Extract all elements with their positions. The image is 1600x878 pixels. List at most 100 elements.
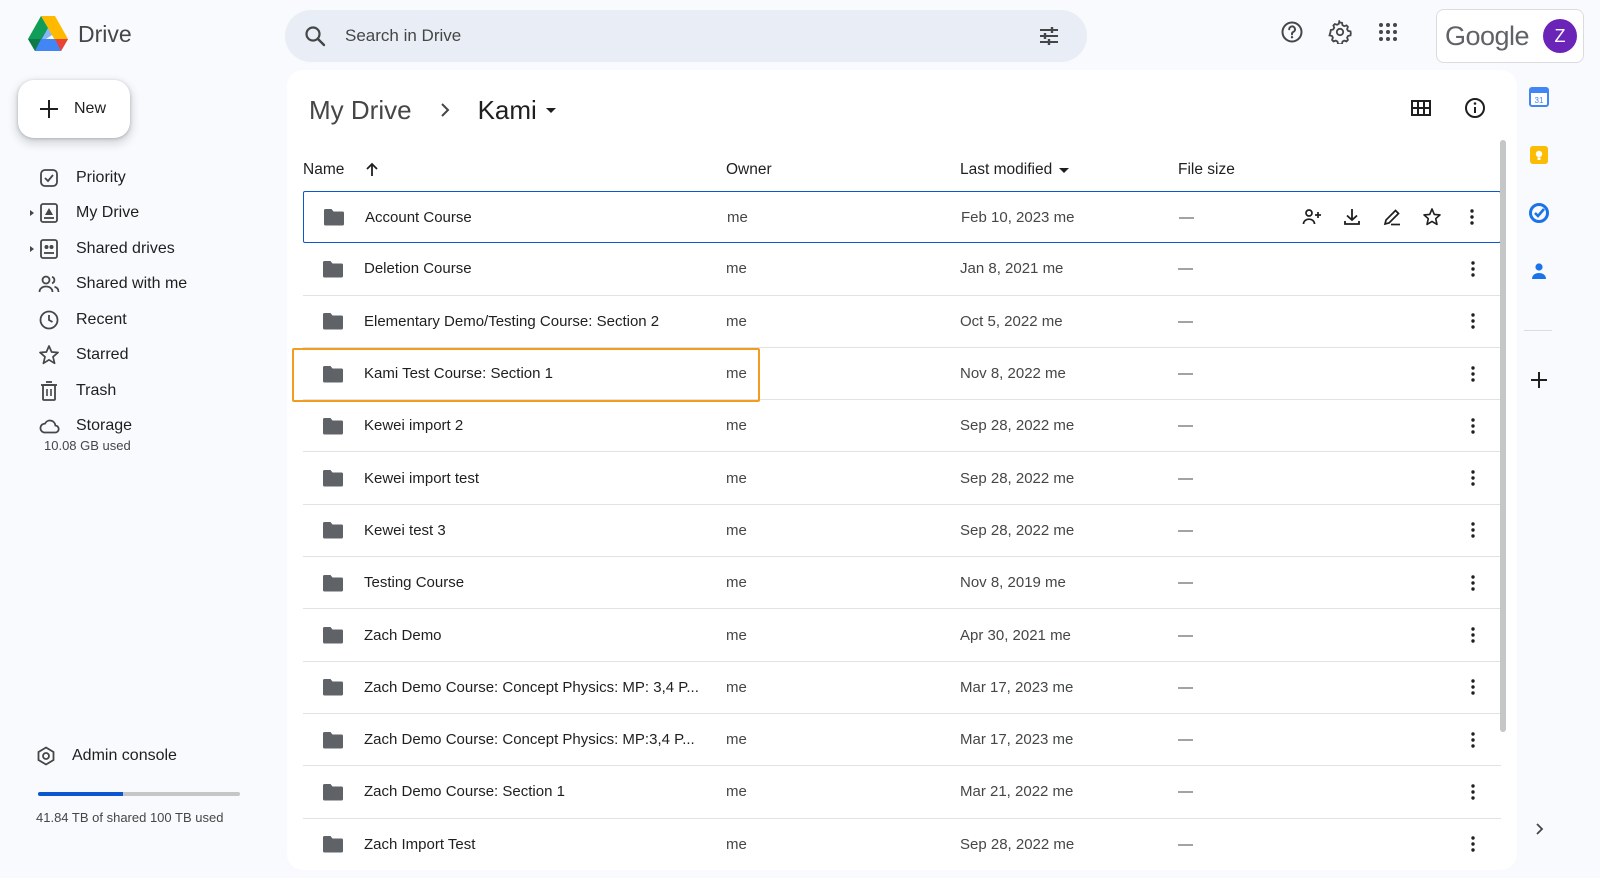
file-name[interactable]: Zach Demo Course: Concept Physics: MP:3,…: [364, 731, 695, 748]
expand-caret-icon[interactable]: [28, 209, 36, 217]
grid-view-icon[interactable]: [1409, 96, 1433, 120]
file-owner: me: [726, 365, 747, 383]
file-name[interactable]: Kewei test 3: [364, 522, 446, 539]
search-icon[interactable]: [303, 24, 327, 48]
more-options-icon[interactable]: [1463, 730, 1483, 750]
sidebar-item-starred[interactable]: Starred: [28, 338, 278, 374]
calendar-icon[interactable]: 31: [1528, 86, 1550, 108]
search-input[interactable]: [345, 26, 1037, 46]
table-row[interactable]: Kewei import test me Sep 28, 2022 me —: [303, 452, 1501, 505]
file-size: —: [1178, 417, 1193, 435]
file-owner: me: [726, 626, 747, 644]
file-size: —: [1178, 469, 1193, 487]
sort-arrow-up-icon[interactable]: [364, 162, 380, 178]
table-row[interactable]: Testing Course me Nov 8, 2019 me —: [303, 557, 1501, 610]
more-options-icon[interactable]: [1463, 259, 1483, 279]
storage-quota-text: 41.84 TB of shared 100 TB used: [36, 810, 224, 825]
new-button-label: New: [74, 100, 107, 117]
info-icon[interactable]: [1463, 96, 1487, 120]
table-row[interactable]: Kewei test 3 me Sep 28, 2022 me —: [303, 505, 1501, 558]
more-options-icon[interactable]: [1463, 364, 1483, 384]
table-row[interactable]: Zach Demo Course: Section 1 me Mar 21, 202…: [303, 766, 1501, 819]
file-name[interactable]: Zach Import Test: [364, 836, 475, 853]
column-size-header[interactable]: File size: [1178, 161, 1235, 179]
search-bar[interactable]: [285, 10, 1087, 62]
table-row[interactable]: Account Course me Feb 10, 2023 me —: [303, 191, 1501, 244]
sidebar-item-recent[interactable]: Recent: [28, 302, 278, 338]
column-owner-header[interactable]: Owner: [726, 161, 772, 179]
storage-used: 10.08 GB used: [44, 438, 131, 453]
help-icon[interactable]: [1280, 20, 1304, 44]
rename-icon[interactable]: [1382, 207, 1402, 227]
file-name[interactable]: Elementary Demo/Testing Course: Section …: [364, 313, 659, 330]
file-name[interactable]: Account Course: [365, 209, 472, 226]
file-name[interactable]: Kami Test Course: Section 1: [364, 365, 553, 382]
star-icon: [39, 345, 59, 365]
table-row[interactable]: Deletion Course me Jan 8, 2021 me —: [303, 243, 1501, 296]
add-app-icon[interactable]: [1528, 369, 1550, 391]
admin-console-link[interactable]: Admin console: [36, 746, 177, 766]
priority-icon: [40, 168, 58, 187]
caret-down-icon: [545, 108, 556, 113]
file-name[interactable]: Kewei import test: [364, 470, 479, 487]
drive-logo[interactable]: Drive: [28, 16, 132, 52]
file-name[interactable]: Zach Demo: [364, 627, 442, 644]
more-options-icon[interactable]: [1462, 207, 1482, 227]
column-modified-header[interactable]: Last modified: [960, 161, 1070, 179]
apps-grid-icon[interactable]: [1376, 20, 1400, 44]
sidebar-item-shared-drives[interactable]: Shared drives: [28, 231, 278, 267]
file-name[interactable]: Deletion Course: [364, 260, 472, 277]
download-icon[interactable]: [1342, 207, 1362, 227]
sidebar-item-my-drive[interactable]: My Drive: [28, 196, 278, 232]
column-name-header[interactable]: Name: [303, 161, 380, 179]
file-name[interactable]: Testing Course: [364, 574, 464, 591]
more-options-icon[interactable]: [1463, 468, 1483, 488]
expand-caret-icon[interactable]: [28, 245, 36, 253]
settings-icon[interactable]: [1328, 20, 1352, 44]
file-size: —: [1178, 678, 1193, 696]
more-options-icon[interactable]: [1463, 573, 1483, 593]
share-icon[interactable]: [1302, 207, 1322, 227]
more-options-icon[interactable]: [1463, 625, 1483, 645]
breadcrumb-my-drive[interactable]: My Drive: [309, 95, 412, 126]
file-name[interactable]: Kewei import 2: [364, 417, 463, 434]
more-options-icon[interactable]: [1463, 520, 1483, 540]
folder-icon: [323, 574, 343, 592]
more-options-icon[interactable]: [1463, 782, 1483, 802]
star-icon[interactable]: [1422, 207, 1442, 227]
table-row[interactable]: Zach Demo Course: Concept Physics: MP: 3…: [303, 662, 1501, 714]
tasks-icon[interactable]: [1528, 202, 1550, 224]
current-folder-name: Kami: [477, 94, 537, 125]
sidebar-item-shared-with-me[interactable]: Shared with me: [28, 267, 278, 303]
keep-icon[interactable]: [1528, 144, 1550, 166]
folder-icon: [323, 836, 343, 853]
more-options-icon[interactable]: [1463, 416, 1483, 436]
table-row[interactable]: Zach Demo me Apr 30, 2021 me —: [303, 609, 1501, 662]
table-row[interactable]: Zach Demo Course: Concept Physics: MP:3,…: [303, 714, 1501, 767]
file-size: —: [1178, 835, 1193, 853]
account-switcher[interactable]: Google Z: [1436, 9, 1584, 63]
new-button[interactable]: New: [18, 80, 130, 138]
table-row[interactable]: Kami Test Course: Section 1 me Nov 8, 2022…: [303, 348, 1501, 401]
file-name[interactable]: Zach Demo Course: Concept Physics: MP: 3…: [364, 679, 699, 696]
more-options-icon[interactable]: [1463, 311, 1483, 331]
expand-side-panel-icon[interactable]: [1532, 822, 1546, 836]
breadcrumb-current-folder[interactable]: Kami: [478, 95, 557, 126]
table-row[interactable]: Zach Import Test me Sep 28, 2022 me —: [303, 819, 1501, 870]
row-actions: [1302, 207, 1482, 227]
more-options-icon[interactable]: [1463, 834, 1483, 854]
sidebar-item-trash[interactable]: Trash: [28, 373, 278, 409]
file-name[interactable]: Zach Demo Course: Section 1: [364, 783, 565, 800]
table-row[interactable]: Kewei import 2 me Sep 28, 2022 me —: [303, 400, 1501, 453]
more-options-icon[interactable]: [1463, 677, 1483, 697]
sidebar-item-priority[interactable]: Priority: [28, 160, 278, 196]
table-row[interactable]: Elementary Demo/Testing Course: Section …: [303, 296, 1501, 348]
folder-icon: [323, 679, 343, 696]
breadcrumb: My Drive Kami: [309, 90, 557, 130]
tune-icon[interactable]: [1037, 24, 1061, 48]
scrollbar-thumb[interactable]: [1500, 140, 1506, 732]
file-size: —: [1178, 731, 1193, 749]
contacts-icon[interactable]: [1528, 260, 1550, 282]
file-modified: Jan 8, 2021 me: [960, 260, 1064, 278]
avatar[interactable]: Z: [1543, 19, 1577, 53]
